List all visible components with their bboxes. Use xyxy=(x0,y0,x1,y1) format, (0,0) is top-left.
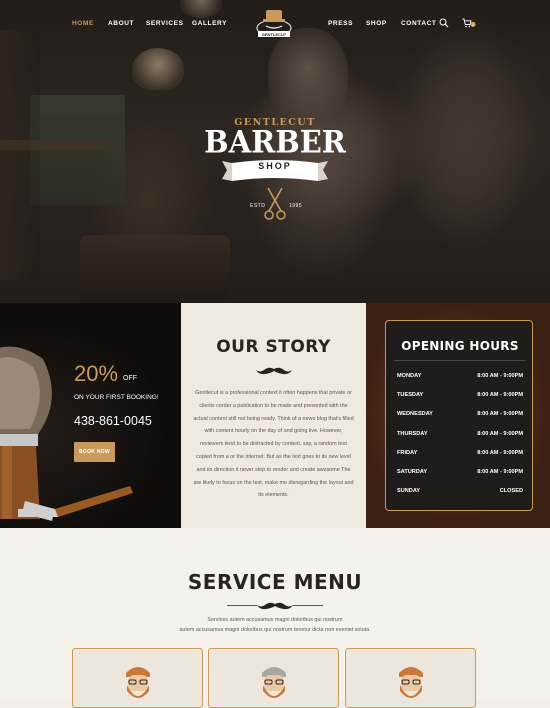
service-menu-subtitle-line: Services autem accusamus magni doloribus… xyxy=(207,617,343,623)
hours-divider xyxy=(394,360,525,361)
story-title: OUR STORY xyxy=(216,337,331,357)
book-now-button[interactable]: BOOK NOW xyxy=(74,442,115,462)
hours-row: WEDNESDAY 8:00 AM - 9:00PM xyxy=(397,411,523,421)
opening-hours-panel: OPENING HOURS MONDAY 8:00 AM - 9:00PM TU… xyxy=(366,303,550,528)
hours-time: 8:00 AM - 9:00PM xyxy=(477,431,523,437)
phone-number[interactable]: 438-861-0045 xyxy=(74,414,152,428)
hours-day: SUNDAY xyxy=(397,488,421,494)
service-card[interactable] xyxy=(208,648,339,708)
logo[interactable]: GENTLECUT xyxy=(252,6,296,40)
hours-day: THURSDAY xyxy=(397,431,428,437)
bearded-man-icon xyxy=(126,667,150,698)
our-story-panel: OUR STORY Gentlecut is a professional co… xyxy=(181,303,366,528)
hours-row: SATURDAY 8:00 AM - 9:00PM xyxy=(397,469,523,479)
razor-image xyxy=(22,486,133,521)
discount-off: OFF xyxy=(123,375,137,382)
hours-time: 8:00 AM - 9:00PM xyxy=(477,411,523,417)
cart-icon[interactable]: 0 xyxy=(462,18,476,28)
hours-row: THURSDAY 8:00 AM - 9:00PM xyxy=(397,431,523,441)
story-body: Gentlecut is a professional context it o… xyxy=(193,390,354,499)
nav-item-press[interactable]: PRESS xyxy=(328,20,353,27)
main-nav: HOME ABOUT SERVICES GALLERY GENTLECUT PR… xyxy=(0,0,550,48)
hero-section: HOME ABOUT SERVICES GALLERY GENTLECUT PR… xyxy=(0,0,550,303)
hours-time: 8:00 AM - 9:00PM xyxy=(477,392,523,398)
logo-text: GENTLECUT xyxy=(262,32,287,37)
hours-time: 8:00 AM - 9:00PM xyxy=(477,373,523,379)
bearded-man-icon xyxy=(262,667,286,698)
cart-count: 0 xyxy=(472,23,474,27)
hours-day: SATURDAY xyxy=(397,469,428,475)
search-icon[interactable] xyxy=(439,18,449,28)
hours-title: OPENING HOURS xyxy=(401,339,519,353)
hours-time: CLOSED xyxy=(499,488,523,494)
hours-day: MONDAY xyxy=(397,373,422,379)
hours-card: OPENING HOURS MONDAY 8:00 AM - 9:00PM TU… xyxy=(385,320,533,511)
scissors-icon xyxy=(264,187,286,220)
hours-time: 8:00 AM - 9:00PM xyxy=(477,469,523,475)
hours-row: TUESDAY 8:00 AM - 9:00PM xyxy=(397,392,523,402)
nav-item-shop[interactable]: SHOP xyxy=(366,20,387,27)
hours-row: FRIDAY 8:00 AM - 9:00PM xyxy=(397,450,523,460)
hours-day: TUESDAY xyxy=(397,392,424,398)
service-menu-section: SERVICE MENU Services autem accusamus ma… xyxy=(0,528,550,708)
service-menu-subtitle-line: autem accusamus magni doloribus qui nost… xyxy=(179,626,371,633)
mustache-divider-icon xyxy=(227,602,323,610)
mustache-divider-icon xyxy=(256,367,292,375)
info-strip: 20% OFF ON YOUR FIRST BOOKING! 438-861-0… xyxy=(0,303,550,528)
nav-item-about[interactable]: ABOUT xyxy=(108,20,134,27)
hours-day: WEDNESDAY xyxy=(397,411,433,417)
nav-item-services[interactable]: SERVICES xyxy=(146,20,184,27)
nav-item-gallery[interactable]: GALLERY xyxy=(192,20,227,27)
bearded-man-icon xyxy=(399,667,423,698)
hours-row: SUNDAY CLOSED xyxy=(397,488,523,498)
service-card[interactable] xyxy=(345,648,476,708)
service-menu-subtitle: Services autem accusamus magni doloribus… xyxy=(0,616,550,635)
service-card[interactable] xyxy=(72,648,203,708)
service-menu-title: SERVICE MENU xyxy=(187,570,363,594)
hours-time: 8:00 AM - 9:00PM xyxy=(477,450,523,456)
ribbon-text: SHOP xyxy=(258,161,292,171)
hours-day: FRIDAY xyxy=(397,450,418,456)
discount-percent: 20% xyxy=(74,361,119,386)
est-right: 1995 xyxy=(289,203,303,209)
nav-item-home[interactable]: HOME xyxy=(72,20,94,27)
promo-panel: 20% OFF ON YOUR FIRST BOOKING! 438-861-0… xyxy=(0,303,181,528)
promo-line: ON YOUR FIRST BOOKING! xyxy=(74,394,159,401)
nav-item-contact[interactable]: CONTACT xyxy=(401,20,437,27)
hours-row: MONDAY 8:00 AM - 9:00PM xyxy=(397,373,523,383)
